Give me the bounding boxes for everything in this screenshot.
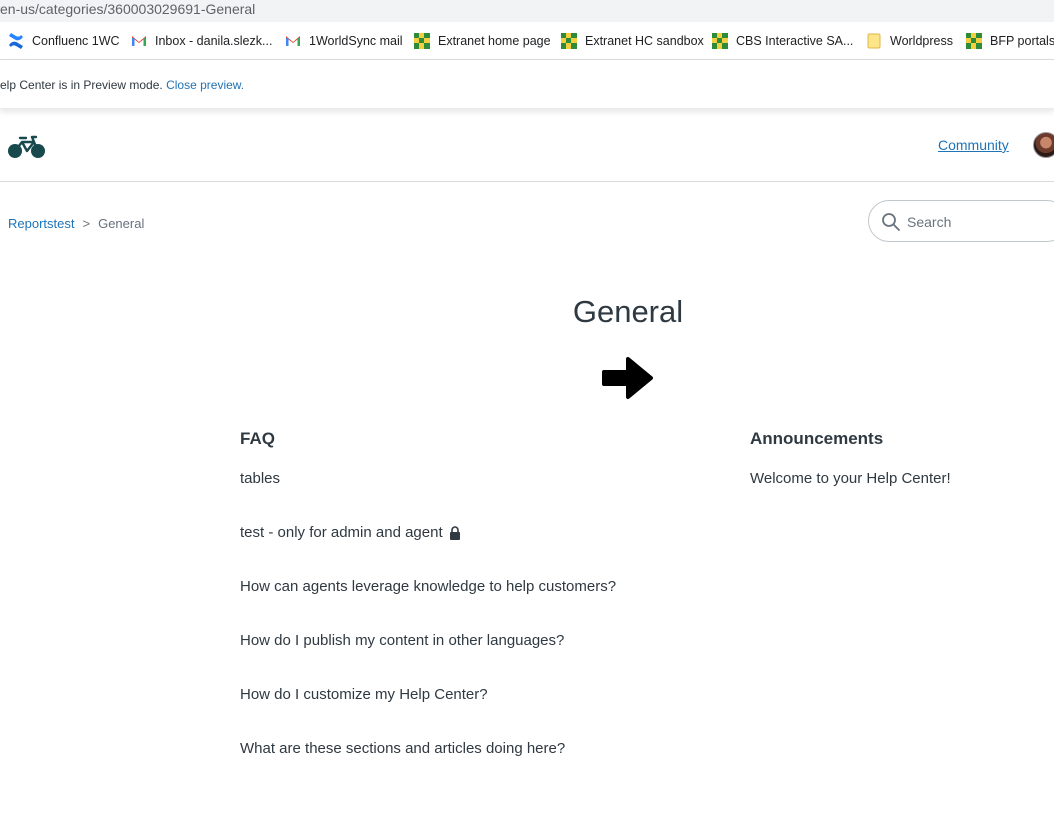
confluence-icon	[9, 33, 23, 49]
preview-banner: elp Center is in Preview mode. Close pre…	[0, 60, 1054, 109]
bookmark-label: CBS Interactive SA...	[736, 34, 854, 48]
bookmark-inbox[interactable]: Inbox - danila.slezk...	[131, 32, 272, 50]
bookmark-bfp-portals[interactable]: BFP portals	[966, 32, 1054, 50]
breadcrumb-separator: >	[82, 216, 91, 231]
bookmark-extranet-hc-sandbox[interactable]: Extranet HC sandbox	[561, 32, 704, 50]
gmail-icon	[132, 36, 146, 46]
article-link-label[interactable]: test - only for admin and agent	[240, 524, 443, 541]
gmail-icon	[286, 36, 300, 46]
lock-icon	[449, 525, 460, 540]
bookmark-1worldsync-mail[interactable]: 1WorldSync mail	[285, 32, 403, 50]
url-text[interactable]: en-us/categories/360003029691-General	[0, 1, 255, 17]
green-grid-icon	[561, 33, 577, 49]
bookmark-label: 1WorldSync mail	[309, 34, 403, 48]
article-link[interactable]: How can agents leverage knowledge to hel…	[240, 578, 616, 595]
bookmark-label: Extranet HC sandbox	[585, 34, 704, 48]
right-arrow-icon	[602, 357, 653, 399]
section-title-announcements[interactable]: Announcements	[750, 429, 1050, 449]
announcements-section: Announcements Welcome to your Help Cente…	[750, 429, 1050, 509]
green-grid-icon	[712, 33, 728, 49]
article-link-locked[interactable]: test - only for admin and agent	[240, 524, 461, 541]
article-link[interactable]: What are these sections and articles doi…	[240, 740, 565, 757]
bookmark-label: Confluenc 1WC	[32, 34, 120, 48]
article-link[interactable]: Welcome to your Help Center!	[750, 470, 951, 487]
site-header: Community	[0, 109, 1054, 182]
folder-icon	[867, 33, 881, 49]
bookmark-extranet-home[interactable]: Extranet home page	[414, 32, 551, 50]
bookmark-label: BFP portals	[990, 34, 1054, 48]
search-input[interactable]	[907, 211, 1054, 233]
green-grid-icon	[414, 33, 430, 49]
preview-banner-text: elp Center is in Preview mode. Close pre…	[0, 78, 244, 92]
breadcrumb: Reportstest > General	[8, 216, 144, 231]
bookmark-cbs-interactive[interactable]: CBS Interactive SA...	[712, 32, 853, 50]
page-title: General	[572, 294, 684, 329]
breadcrumb-item-reportstest[interactable]: Reportstest	[8, 216, 74, 231]
section-title-faq[interactable]: FAQ	[240, 429, 700, 449]
article-link[interactable]: tables	[240, 470, 280, 487]
bookmark-label: Worldpress	[890, 34, 953, 48]
preview-message: elp Center is in Preview mode.	[0, 78, 163, 92]
address-bar[interactable]: en-us/categories/360003029691-General	[0, 0, 1054, 22]
search-icon	[882, 213, 900, 231]
faq-section: FAQ tables test - only for admin and age…	[240, 429, 700, 769]
article-link[interactable]: How do I publish my content in other lan…	[240, 632, 564, 649]
article-link[interactable]: How do I customize my Help Center?	[240, 686, 488, 703]
user-avatar[interactable]	[1033, 132, 1054, 158]
community-link[interactable]: Community	[938, 137, 1009, 153]
bookmark-label: Inbox - danila.slezk...	[155, 34, 273, 48]
bookmarks-bar: Confluenc 1WC Inbox - danila.slezk... 1W…	[0, 22, 1054, 60]
bookmark-confluence[interactable]: Confluenc 1WC	[8, 32, 120, 50]
close-preview-link[interactable]: Close preview.	[166, 78, 244, 92]
search-box[interactable]	[868, 200, 1054, 242]
bookmark-label: Extranet home page	[438, 34, 551, 48]
green-grid-icon	[966, 33, 982, 49]
bookmark-worldpress[interactable]: Worldpress	[866, 32, 953, 50]
bicycle-logo-icon[interactable]	[7, 132, 47, 160]
breadcrumb-item-current: General	[98, 216, 145, 231]
